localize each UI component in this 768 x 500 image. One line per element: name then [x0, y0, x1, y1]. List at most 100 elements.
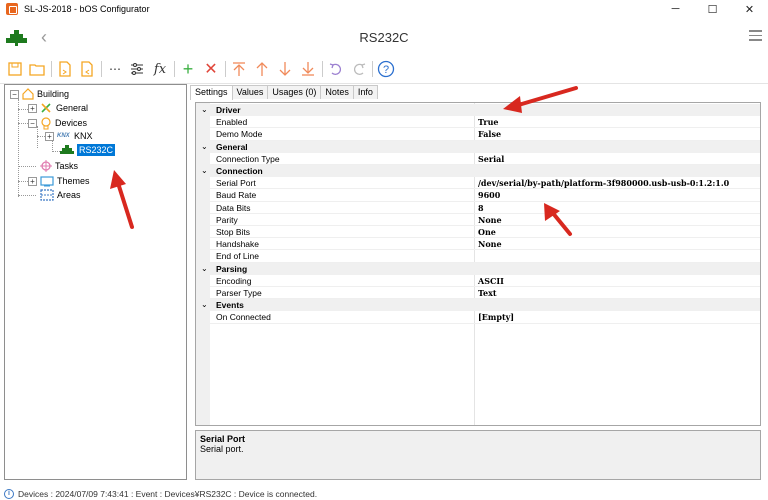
open-folder-icon[interactable] — [27, 59, 47, 79]
category-general[interactable]: ⌄ General — [196, 140, 760, 153]
property-row-end-of-line[interactable]: End of Line — [196, 250, 760, 263]
tab-info[interactable]: Info — [352, 85, 378, 99]
help-icon[interactable]: ? — [376, 59, 396, 79]
tools-icon — [41, 103, 51, 113]
new-file-icon[interactable] — [5, 59, 25, 79]
category-events[interactable]: ⌄ Events — [196, 299, 760, 312]
category-label: General — [216, 141, 248, 152]
settings-sliders-icon[interactable] — [127, 59, 147, 79]
close-button[interactable]: ✕ — [731, 0, 768, 18]
tree-label-rs232c: RS232C — [77, 144, 116, 156]
import-icon[interactable] — [77, 59, 97, 79]
category-connection[interactable]: ⌄ Connection — [196, 165, 760, 178]
tab-values[interactable]: Values — [231, 85, 269, 99]
tab-settings[interactable]: Settings — [190, 85, 233, 100]
property-grid: ⌄ Driver Enabled True Demo Mode False ⌄ … — [195, 102, 761, 426]
collapse-icon[interactable]: − — [10, 89, 19, 99]
menu-icon[interactable] — [749, 30, 762, 44]
app-icon — [6, 3, 18, 15]
expand-icon[interactable]: + — [45, 131, 54, 141]
tree-node-areas[interactable]: Areas — [40, 188, 81, 202]
property-value[interactable]: [Empty] — [478, 311, 514, 323]
expand-icon[interactable]: + — [28, 176, 37, 186]
property-value[interactable]: 8 — [478, 202, 484, 214]
property-value[interactable]: Serial — [478, 153, 504, 165]
property-value[interactable]: None — [478, 214, 502, 226]
status-text: Devices : 2024/07/09 7:43:41 : Event : D… — [18, 489, 318, 499]
add-icon[interactable]: + — [178, 59, 198, 79]
chevron-down-icon[interactable]: ⌄ — [201, 263, 208, 275]
property-row-parser-type[interactable]: Parser Type Text — [196, 287, 760, 300]
move-up-icon[interactable] — [252, 59, 272, 79]
category-driver[interactable]: ⌄ Driver — [196, 104, 760, 117]
property-value[interactable]: ASCII — [478, 275, 504, 287]
tree-label-themes: Themes — [57, 176, 90, 186]
title-bar: SL-JS-2018 - bOS Configurator ─ ☐ ✕ — [0, 0, 768, 18]
property-row-parity[interactable]: Parity None — [196, 214, 760, 227]
property-row-handshake[interactable]: Handshake None — [196, 238, 760, 251]
undo-icon[interactable] — [326, 59, 346, 79]
chevron-down-icon[interactable]: ⌄ — [201, 299, 208, 311]
category-parsing[interactable]: ⌄ Parsing — [196, 262, 760, 275]
property-label: Enabled — [216, 117, 248, 128]
tree-node-building[interactable]: − Building — [10, 87, 69, 101]
property-value[interactable]: 9600 — [478, 189, 500, 201]
property-row-on-connected[interactable]: On Connected [Empty] — [196, 311, 760, 324]
minimize-button[interactable]: ─ — [657, 0, 694, 18]
tree-node-devices[interactable]: − Devices — [28, 116, 87, 130]
function-icon[interactable]: fx — [150, 59, 170, 79]
property-label: End of Line — [216, 251, 260, 262]
info-icon: i — [4, 489, 14, 499]
maximize-button[interactable]: ☐ — [694, 0, 731, 18]
tree-node-themes[interactable]: + Themes — [28, 174, 90, 188]
chevron-down-icon[interactable]: ⌄ — [201, 141, 208, 153]
svg-text:?: ? — [383, 64, 389, 76]
property-label: Handshake — [216, 239, 260, 250]
areas-icon — [40, 189, 54, 201]
export-icon[interactable] — [55, 59, 75, 79]
collapse-icon[interactable]: − — [28, 118, 37, 128]
knx-logo-icon: KNX — [57, 133, 70, 139]
tree-label-devices: Devices — [55, 118, 88, 128]
property-row-encoding[interactable]: Encoding ASCII — [196, 275, 760, 288]
property-row-baud-rate[interactable]: Baud Rate 9600 — [196, 189, 760, 202]
property-label: On Connected — [216, 312, 271, 323]
tree-node-tasks[interactable]: Tasks — [40, 159, 78, 173]
move-top-icon[interactable] — [229, 59, 249, 79]
property-row-data-bits[interactable]: Data Bits 8 — [196, 202, 760, 214]
tree-label-tasks: Tasks — [55, 161, 79, 171]
property-row-connection-type[interactable]: Connection Type Serial — [196, 153, 760, 166]
property-row-stop-bits[interactable]: Stop Bits One — [196, 226, 760, 239]
property-row-demo-mode[interactable]: Demo Mode False — [196, 128, 760, 141]
property-row-enabled[interactable]: Enabled True — [196, 116, 760, 129]
move-down-icon[interactable] — [275, 59, 295, 79]
property-value[interactable]: Text — [478, 287, 497, 299]
property-value[interactable]: One — [478, 226, 496, 238]
tree-node-knx[interactable]: + KNX KNX — [45, 129, 93, 143]
header-bar: ‹ RS232C — [0, 18, 768, 56]
chevron-down-icon[interactable]: ⌄ — [201, 104, 208, 116]
property-label: Encoding — [216, 275, 252, 286]
property-value[interactable]: False — [478, 128, 501, 140]
tab-notes[interactable]: Notes — [320, 85, 354, 99]
property-label: Stop Bits — [216, 227, 251, 237]
bulb-icon — [41, 116, 51, 129]
tree-icon — [60, 145, 74, 154]
expand-icon[interactable]: + — [28, 103, 37, 113]
tree-label-general: General — [56, 103, 89, 113]
tab-usages[interactable]: Usages (0) — [267, 85, 322, 99]
more-icon[interactable]: ⋯ — [105, 59, 125, 79]
move-bottom-icon[interactable] — [298, 59, 318, 79]
page-title: RS232C — [359, 30, 409, 45]
property-row-serial-port[interactable]: Serial Port /dev/serial/by-path/platform… — [196, 177, 760, 190]
tree-node-general[interactable]: + General — [28, 101, 88, 115]
property-value[interactable]: /dev/serial/by-path/platform-3f980000.us… — [478, 177, 729, 189]
redo-icon[interactable] — [349, 59, 369, 79]
tree-node-rs232c[interactable]: RS232C — [60, 143, 116, 157]
property-value[interactable]: None — [478, 238, 502, 250]
property-value[interactable]: True — [478, 116, 499, 128]
description-panel: Serial Port Serial port. — [195, 430, 761, 480]
delete-icon[interactable]: ✕ — [201, 59, 221, 79]
description-text: Serial port. — [200, 444, 244, 454]
chevron-down-icon[interactable]: ⌄ — [201, 165, 208, 177]
